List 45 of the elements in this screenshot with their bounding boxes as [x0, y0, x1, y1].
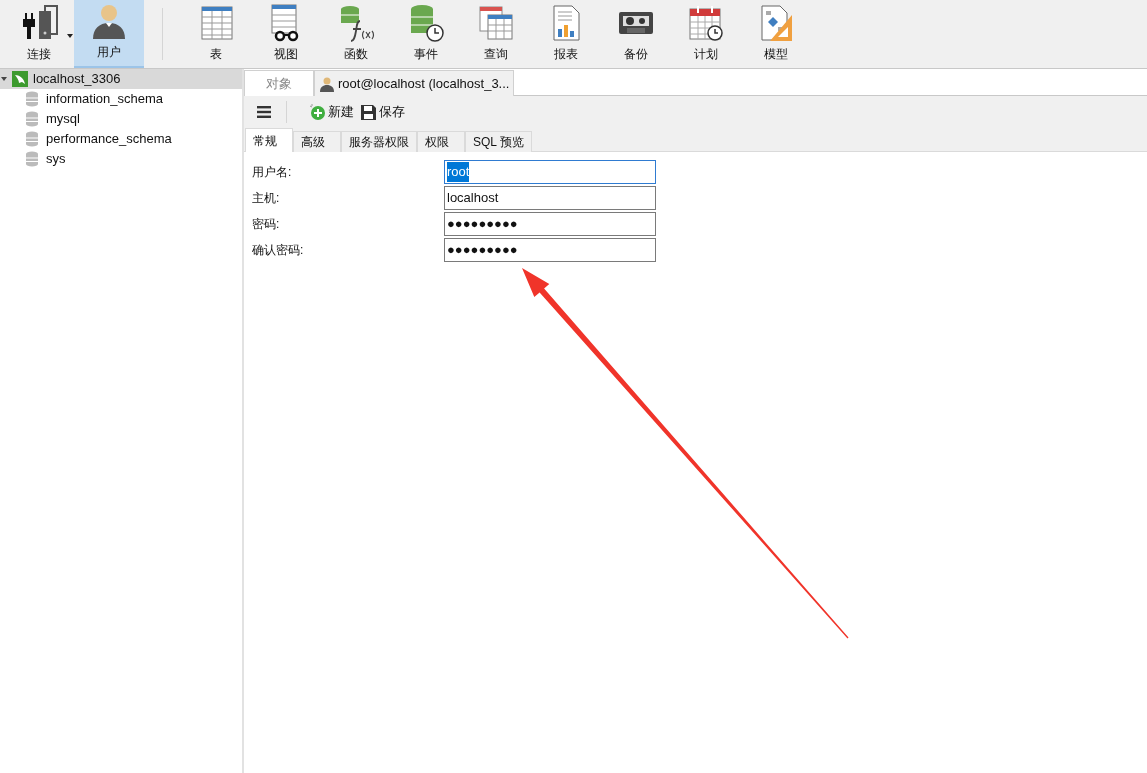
field-label: 密码:: [252, 216, 281, 233]
input-field[interactable]: ●●●●●●●●●: [444, 238, 656, 262]
toolbar-action[interactable]: 新建: [308, 102, 354, 122]
database-item[interactable]: performance_schema: [0, 129, 242, 149]
field-label: 用户名:: [252, 164, 293, 181]
toolbar-action[interactable]: 保存: [360, 102, 405, 122]
toolbar-button[interactable]: 事件: [391, 0, 461, 68]
add-icon: [308, 103, 326, 121]
toolbar-button[interactable]: 用户: [74, 0, 144, 68]
database-icon: [25, 151, 39, 167]
toolbar-button[interactable]: 模型: [741, 0, 811, 68]
tab[interactable]: 常规: [245, 128, 293, 152]
tab[interactable]: SQL 预览: [465, 131, 532, 152]
toolbar-button[interactable]: 备份: [601, 0, 671, 68]
toolbar-button[interactable]: 报表: [531, 0, 601, 68]
toolbar-button[interactable]: 查询: [461, 0, 531, 68]
document-tab[interactable]: 对象: [244, 70, 314, 96]
field-label: 主机:: [252, 190, 281, 207]
calendar-clock-icon: [686, 3, 726, 43]
input-field[interactable]: localhost: [444, 186, 656, 210]
database-icon: [25, 131, 39, 147]
database-icon: [25, 111, 39, 127]
toolbar-button[interactable]: 表: [181, 0, 251, 68]
toolbar-button[interactable]: 计划: [671, 0, 741, 68]
database-item[interactable]: sys: [0, 149, 242, 169]
tree-item[interactable]: localhost_3306: [0, 69, 242, 89]
toolbar-button[interactable]: 视图: [251, 0, 321, 68]
toolbar-button[interactable]: 连接: [4, 0, 74, 68]
database-item[interactable]: information_schema: [0, 89, 242, 109]
tab[interactable]: 权限: [417, 131, 465, 152]
tab[interactable]: 高级: [293, 131, 341, 152]
database-icon: [25, 91, 39, 107]
connection-icon: [12, 71, 28, 87]
menu-icon[interactable]: [257, 106, 271, 118]
stacked-tables-icon: [476, 3, 516, 43]
input-field[interactable]: ●●●●●●●●●: [444, 212, 656, 236]
document-tab[interactable]: root@localhost (localhost_3...: [314, 70, 515, 96]
input-field[interactable]: root: [444, 160, 656, 184]
expand-arrow-icon[interactable]: [1, 76, 7, 82]
field-label: 确认密码:: [252, 242, 305, 259]
dropdown-caret-icon[interactable]: [67, 34, 73, 38]
toolbar-button[interactable]: 函数: [321, 0, 391, 68]
tab[interactable]: 服务器权限: [341, 131, 417, 152]
person-icon: [319, 75, 335, 92]
database-item[interactable]: mysql: [0, 109, 242, 129]
